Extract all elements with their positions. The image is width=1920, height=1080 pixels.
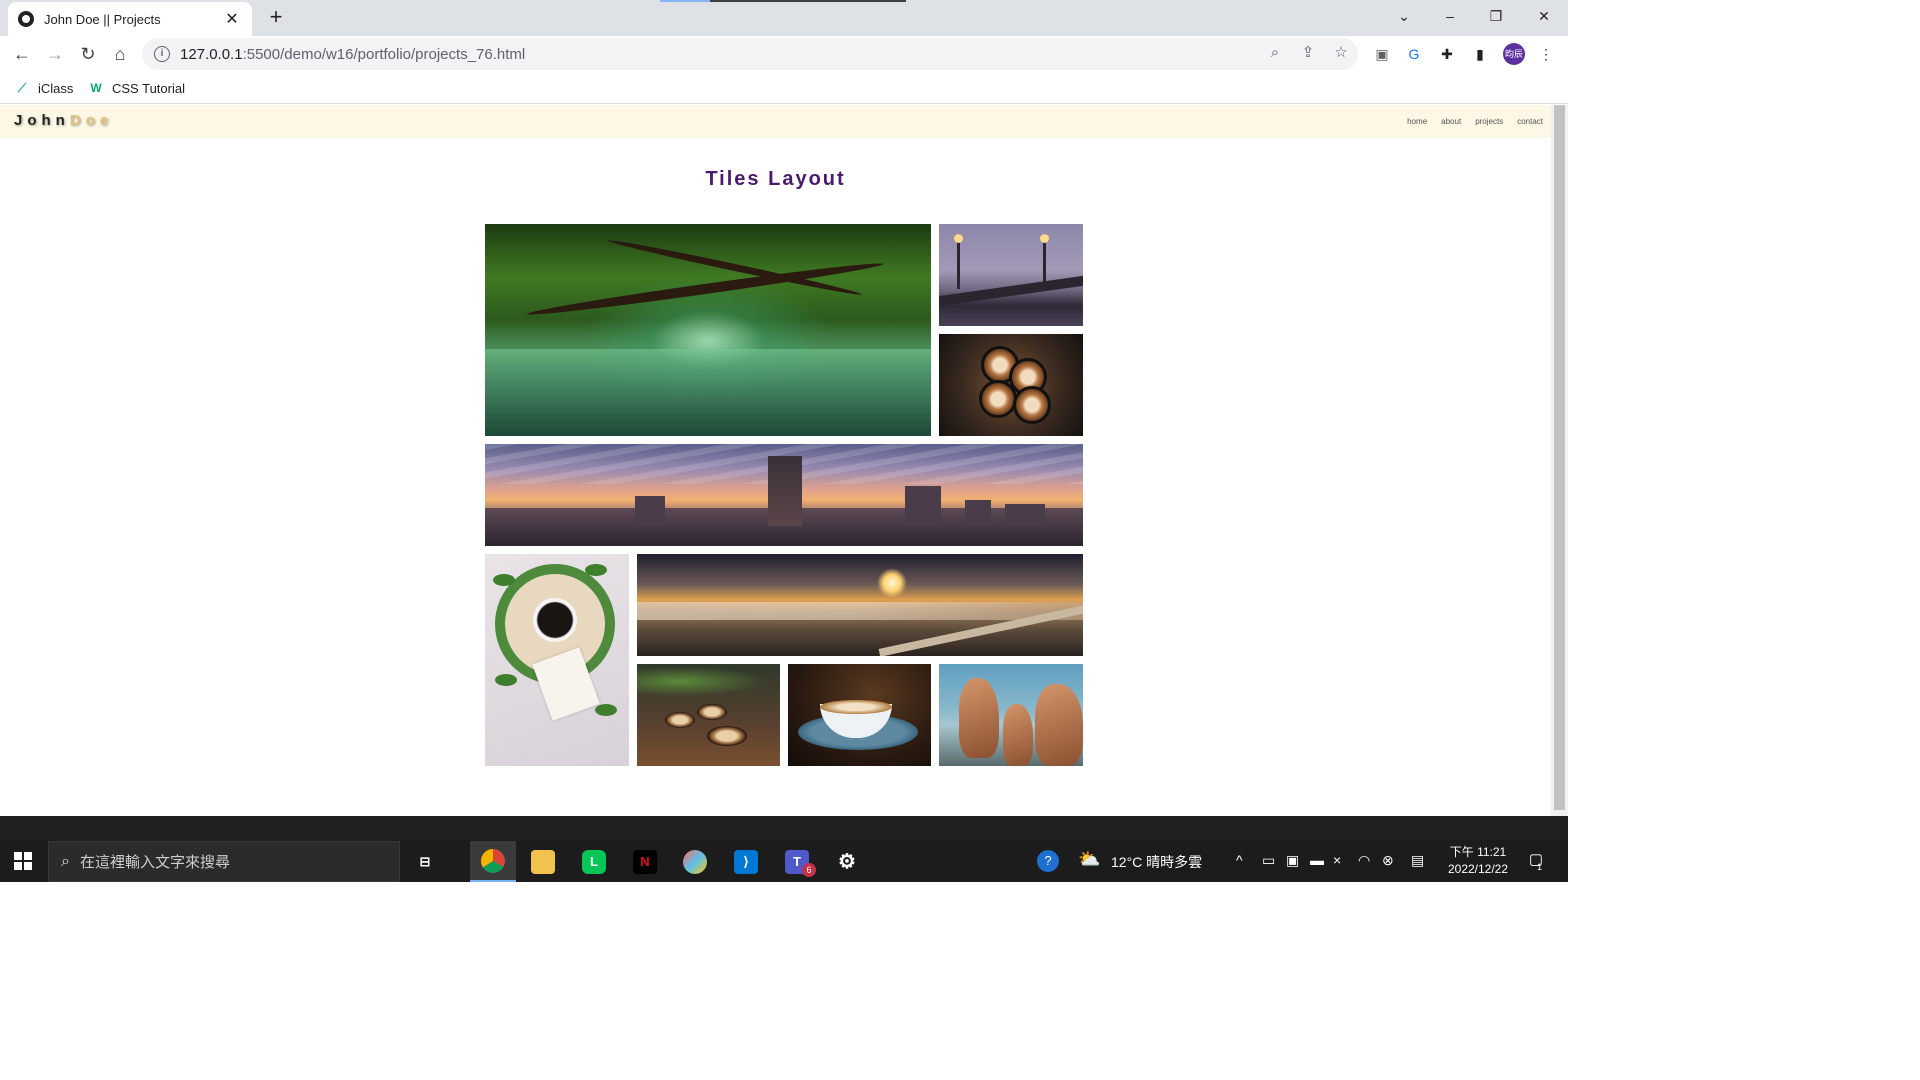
bookmark-star-icon[interactable]: ☆ <box>1332 44 1350 62</box>
side-panel-icon[interactable]: ▮ <box>1470 44 1490 64</box>
line-icon: L <box>582 849 606 874</box>
teams-badge: 6 <box>802 863 816 877</box>
globe-icon <box>18 11 34 27</box>
taskbar-paint-app[interactable] <box>672 841 718 882</box>
gear-icon: ⚙ <box>838 851 856 873</box>
active-tab[interactable]: John Doe || Projects ✕ <box>8 2 252 36</box>
site-header: JohnDoe home about projects contact <box>0 105 1551 138</box>
taskbar-search-box[interactable]: ⌕ 在這裡輸入文字來搜尋 <box>48 841 400 882</box>
extensions-puzzle-icon[interactable]: ✚ <box>1437 44 1457 64</box>
site-nav: home about projects contact <box>1407 117 1543 126</box>
share-icon[interactable]: ⇪ <box>1299 44 1317 62</box>
page-viewport: JohnDoe home about projects contact Tile… <box>0 105 1551 816</box>
page-title: Tiles Layout <box>705 168 846 190</box>
site-info-icon[interactable]: i <box>154 46 170 62</box>
taskbar-chrome[interactable] <box>470 841 516 882</box>
coffee-plant-tile <box>485 554 629 766</box>
sunrise-tile <box>637 554 1083 656</box>
minimize-button[interactable]: – <box>1427 0 1473 32</box>
nav-contact[interactable]: contact <box>1517 117 1543 126</box>
taskbar-search-placeholder: 在這裡輸入文字來搜尋 <box>79 854 230 871</box>
netflix-icon: N <box>633 849 657 874</box>
nav-projects[interactable]: projects <box>1475 117 1503 126</box>
iclass-icon: ⟋ <box>17 81 27 95</box>
site-logo[interactable]: JohnDoe <box>14 112 113 129</box>
bookmark-label: CSS Tutorial <box>112 80 185 96</box>
chrome-icon <box>481 848 505 873</box>
search-icon: ⌕ <box>61 852 70 870</box>
taskbar-netflix[interactable]: N <box>622 841 668 882</box>
tab-title: John Doe || Projects <box>44 11 161 27</box>
home-icon[interactable]: ⌂ <box>106 40 134 68</box>
rocks-tile <box>939 664 1083 766</box>
menu-dots-icon[interactable]: ⋮ <box>1536 44 1556 64</box>
taskbar-vscode[interactable]: ⟩ <box>723 841 769 882</box>
bookmark-iclass[interactable]: ⟋ iClass <box>14 78 74 98</box>
vscode-icon: ⟩ <box>734 849 758 874</box>
task-view-icon: ⊟ <box>419 853 431 869</box>
bridge-tile <box>939 224 1083 326</box>
meet-now-icon[interactable]: ▭ <box>1262 852 1275 869</box>
folder-icon <box>531 849 555 874</box>
zoom-icon[interactable]: ⌕ <box>1266 44 1284 62</box>
window-close-button[interactable]: ✕ <box>1521 0 1567 32</box>
page-scrollbar[interactable] <box>1551 105 1568 816</box>
profile-avatar[interactable]: 昀辰 <box>1503 43 1525 65</box>
nav-about[interactable]: about <box>1441 117 1461 126</box>
input-method-icon[interactable]: ▤ <box>1411 852 1424 869</box>
url-host: 127.0.0.1 <box>180 45 243 63</box>
battery-icon[interactable]: ▬ <box>1310 852 1324 868</box>
notification-icon[interactable]: ▢ 1 <box>1525 850 1547 872</box>
address-bar[interactable]: i 127.0.0.1:5500/demo/w16/portfolio/proj… <box>142 38 1358 70</box>
restore-button[interactable]: ❐ <box>1473 0 1519 32</box>
taskbar-teams[interactable]: T 6 <box>774 841 820 882</box>
display-icon[interactable]: ▣ <box>1286 852 1299 869</box>
windows-start-icon[interactable] <box>10 848 38 876</box>
taskbar-file-explorer[interactable] <box>520 841 566 882</box>
volume-muted-icon[interactable]: × <box>1333 852 1341 868</box>
loading-bar <box>660 0 906 2</box>
paint-icon <box>683 849 707 874</box>
bookmarks-bar: ⟋ iClass W CSS Tutorial <box>0 72 1568 104</box>
task-view-button[interactable]: ⊟ <box>402 841 448 882</box>
back-icon[interactable]: ← <box>8 40 36 68</box>
status-x-icon[interactable]: ⊗ <box>1382 852 1394 869</box>
notification-count: 1 <box>1537 862 1543 872</box>
logo-doe: Doe <box>69 112 114 129</box>
logo-john: John <box>14 112 70 129</box>
close-tab-icon[interactable]: ✕ <box>222 9 242 29</box>
taskbar-clock[interactable]: 下午 11:21 2022/12/22 <box>1436 844 1520 878</box>
translate-icon[interactable]: G <box>1404 44 1424 64</box>
coffee-cup-tile <box>788 664 931 766</box>
tab-search-icon[interactable]: ⌄ <box>1381 0 1427 32</box>
help-icon[interactable]: ? <box>1037 850 1059 872</box>
clock-date: 2022/12/22 <box>1447 862 1509 876</box>
nav-home[interactable]: home <box>1407 117 1427 126</box>
reload-icon[interactable]: ↻ <box>74 40 102 68</box>
forest-river-tile <box>485 224 931 436</box>
new-tab-button[interactable]: + <box>264 6 288 30</box>
bookmark-css-tutorial[interactable]: W CSS Tutorial <box>88 78 185 98</box>
scrollbar-thumb[interactable] <box>1554 105 1565 810</box>
extension-chat-icon[interactable]: ▣ <box>1372 44 1392 64</box>
w3schools-icon: W <box>90 81 102 95</box>
windows-taskbar: ⌕ 在這裡輸入文字來搜尋 ⊟ L N ⟩ T 6 ⚙ ? ⛅ 12°C 晴時多雲… <box>0 816 1568 882</box>
coffee-table-tile <box>637 664 780 766</box>
wifi-icon[interactable]: ◠ <box>1358 852 1370 869</box>
forward-icon[interactable]: → <box>41 40 69 68</box>
browser-toolbar: ← → ↻ ⌂ i 127.0.0.1:5500/demo/w16/portfo… <box>0 36 1568 72</box>
clock-time: 下午 11:21 <box>1449 845 1507 859</box>
url-path: :5500/demo/w16/portfolio/projects_76.htm… <box>242 45 526 63</box>
bookmark-label: iClass <box>38 80 74 96</box>
latte-cheers-tile <box>939 334 1083 436</box>
weather-icon[interactable]: ⛅ <box>1078 849 1100 870</box>
taskbar-line[interactable]: L <box>571 841 617 882</box>
browser-tab-bar: John Doe || Projects ✕ + ⌄ – ❐ ✕ <box>0 0 1568 36</box>
weather-text[interactable]: 12°C 晴時多雲 <box>1111 852 1202 872</box>
city-skyline-tile <box>485 444 1083 546</box>
taskbar-settings[interactable]: ⚙ <box>824 841 870 882</box>
tray-expand-icon[interactable]: ^ <box>1236 852 1243 868</box>
